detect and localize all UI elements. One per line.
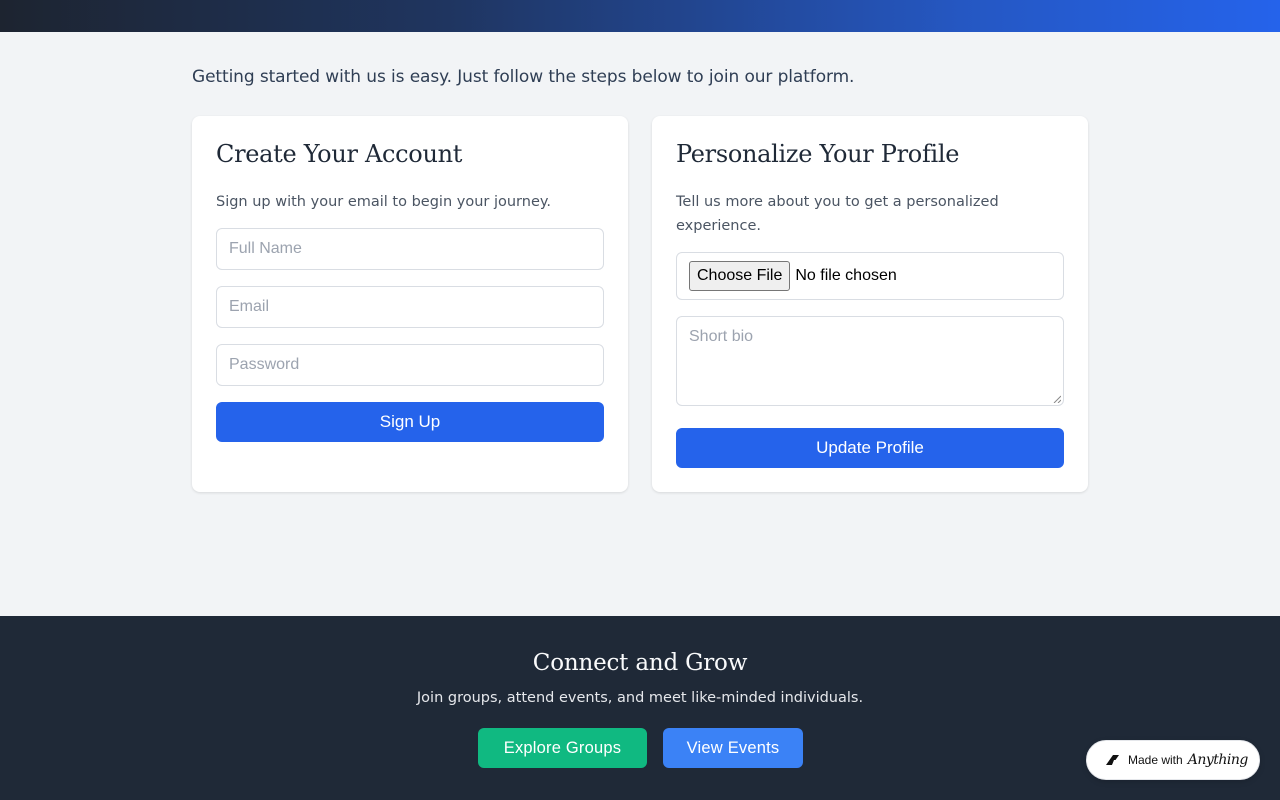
- short-bio-textarea[interactable]: Short bio: [676, 316, 1064, 406]
- view-events-button[interactable]: View Events: [663, 728, 803, 768]
- footer-section: Connect and Grow Join groups, attend eve…: [0, 616, 1280, 800]
- profile-file-input[interactable]: Choose File No file chosen: [676, 252, 1064, 300]
- footer-heading: Connect and Grow: [532, 650, 748, 676]
- view-events-label: View Events: [686, 738, 780, 757]
- create-account-card: Create Your Account Sign up with your em…: [192, 116, 628, 492]
- anything-logo-icon: [1106, 754, 1119, 765]
- sign-up-button[interactable]: Sign Up: [216, 402, 604, 442]
- footer-tagline: Join groups, attend events, and meet lik…: [416, 690, 864, 706]
- full-name-placeholder: Full Name: [229, 240, 302, 257]
- explore-groups-label: Explore Groups: [503, 738, 622, 757]
- personalize-title: Personalize Your Profile: [676, 140, 960, 168]
- update-profile-button[interactable]: Update Profile: [676, 428, 1064, 468]
- resize-grip-icon[interactable]: [1053, 395, 1061, 403]
- personalize-subtitle: Tell us more about you to get a personal…: [676, 194, 999, 234]
- email-placeholder: Email: [229, 298, 270, 315]
- email-input[interactable]: Email: [216, 286, 604, 328]
- choose-file-button[interactable]: Choose File: [689, 261, 791, 291]
- made-with-anything-badge[interactable]: Made with Anything: [1086, 740, 1260, 780]
- password-input[interactable]: Password: [216, 344, 604, 386]
- full-name-input[interactable]: Full Name: [216, 228, 604, 270]
- short-bio-placeholder: Short bio: [689, 328, 754, 345]
- create-account-subtitle: Sign up with your email to begin your jo…: [216, 194, 551, 210]
- create-account-title: Create Your Account: [216, 140, 463, 168]
- anything-brand-label: Anything: [1187, 752, 1249, 768]
- update-profile-label: Update Profile: [816, 438, 924, 457]
- personalize-profile-card: Personalize Your Profile Tell us more ab…: [652, 116, 1088, 492]
- password-placeholder: Password: [229, 356, 300, 373]
- top-header-bar: [0, 0, 1280, 32]
- intro-text: Getting started with us is easy. Just fo…: [192, 67, 855, 87]
- file-status-text: No file chosen: [795, 267, 897, 284]
- explore-groups-button[interactable]: Explore Groups: [478, 728, 647, 768]
- made-with-label: Made with: [1128, 753, 1183, 767]
- sign-up-label: Sign Up: [379, 412, 441, 431]
